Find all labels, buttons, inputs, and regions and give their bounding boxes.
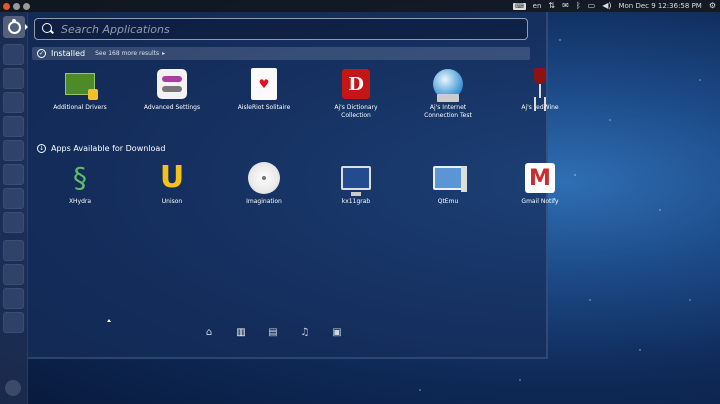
launcher-item[interactable]	[3, 188, 24, 209]
dash-home-button[interactable]	[3, 16, 25, 38]
app-dictionary-collection[interactable]: D Aj's Dictionary Collection	[316, 68, 396, 120]
minimize-window-button[interactable]	[13, 2, 20, 10]
launcher-item[interactable]	[3, 68, 24, 89]
gmail-icon: M	[525, 163, 555, 193]
check-circle-icon: ✓	[37, 49, 46, 58]
installed-apps-row: Additional Drivers Advanced Settings ♥ A…	[28, 68, 580, 120]
search-input[interactable]	[61, 22, 527, 36]
network-icon[interactable]: ⇅	[548, 0, 555, 12]
app-unison[interactable]: U Unison	[132, 162, 212, 206]
app-imagination[interactable]: Imagination	[224, 162, 304, 206]
network-globe-icon	[433, 69, 463, 102]
battery-icon[interactable]: ▭	[588, 0, 596, 12]
app-label: Imagination	[246, 198, 282, 205]
launcher-item[interactable]	[3, 92, 24, 113]
files-lens-icon[interactable]: ▤	[267, 327, 279, 339]
unison-icon: U	[159, 160, 185, 195]
search-icon	[41, 22, 55, 36]
app-label: Unison	[161, 198, 183, 205]
app-label: Aj's Internet Connection Test	[424, 104, 472, 119]
playing-card-icon: ♥	[251, 68, 277, 100]
app-label: Advanced Settings	[143, 104, 201, 111]
app-label: Gmail Notify	[521, 198, 559, 205]
active-lens-indicator-icon	[107, 319, 111, 322]
monitor-icon	[341, 166, 371, 196]
app-gmail-notify[interactable]: M Gmail Notify	[500, 162, 580, 206]
clock[interactable]: Mon Dec 9 12:36:58 PM	[618, 2, 701, 10]
video-lens-icon[interactable]: ▣	[331, 327, 343, 339]
launcher	[0, 12, 28, 404]
launcher-item[interactable]	[3, 164, 24, 185]
app-additional-drivers[interactable]: Additional Drivers	[40, 68, 120, 120]
maximize-window-button[interactable]	[23, 2, 30, 10]
session-gear-icon[interactable]: ⚙	[709, 0, 716, 12]
app-aisleriot-solitaire[interactable]: ♥ AisleRiot Solitaire	[224, 68, 304, 120]
close-window-button[interactable]	[3, 2, 10, 10]
app-redwine[interactable]: Aj's redWine	[500, 68, 580, 120]
volume-icon[interactable]: ◀)	[602, 0, 611, 12]
app-internet-connection-test[interactable]: Aj's Internet Connection Test	[408, 68, 488, 120]
download-apps-row: § XHydra U Unison Imagination kx11grab Q…	[28, 162, 580, 206]
keyboard-layout-label[interactable]: en	[533, 2, 542, 10]
launcher-item[interactable]	[3, 140, 24, 161]
see-more-results-link[interactable]: See 168 more results	[95, 50, 159, 57]
app-label: Additional Drivers	[53, 104, 107, 111]
launcher-item[interactable]	[3, 212, 24, 233]
indicator-area: ⌨ en ⇅ ✉ ᛒ ▭ ◀) Mon Dec 9 12:36:58 PM ⚙	[512, 0, 716, 12]
drivers-icon	[65, 73, 98, 100]
keyboard-indicator-icon[interactable]: ⌨	[512, 2, 526, 10]
launcher-item[interactable]	[3, 240, 24, 261]
trash-icon[interactable]	[5, 380, 21, 396]
category-title: Apps Available for Download	[51, 144, 166, 153]
app-label: XHydra	[68, 198, 92, 205]
app-kx11grab[interactable]: kx11grab	[316, 162, 396, 206]
app-label: AisleRiot Solitaire	[237, 104, 291, 111]
top-panel: ⌨ en ⇅ ✉ ᛒ ▭ ◀) Mon Dec 9 12:36:58 PM ⚙	[0, 0, 720, 12]
search-box[interactable]	[34, 18, 528, 40]
bluetooth-icon[interactable]: ᛒ	[576, 0, 581, 12]
download-circle-icon: ↓	[37, 144, 46, 153]
app-xhydra[interactable]: § XHydra	[40, 162, 120, 206]
app-label: Aj's redWine	[521, 104, 559, 111]
applications-lens-icon[interactable]: ▥	[235, 327, 247, 339]
dash-overlay: ✓ Installed See 168 more results ▸ Addit…	[28, 12, 559, 359]
app-label: QtEmu	[437, 198, 459, 205]
dictionary-icon: D	[342, 69, 370, 99]
launcher-item[interactable]	[3, 44, 24, 65]
app-label: Aj's Dictionary Collection	[334, 104, 378, 119]
app-advanced-settings[interactable]: Advanced Settings	[132, 68, 212, 120]
music-lens-icon[interactable]: ♫	[299, 327, 311, 339]
app-label: kx11grab	[341, 198, 371, 205]
launcher-item[interactable]	[3, 288, 24, 309]
hydra-icon: §	[73, 161, 87, 194]
category-header-installed[interactable]: ✓ Installed See 168 more results ▸	[32, 47, 530, 60]
launcher-item[interactable]	[3, 264, 24, 285]
category-title: Installed	[51, 49, 86, 58]
launcher-item[interactable]	[3, 312, 24, 333]
messaging-icon[interactable]: ✉	[562, 0, 569, 12]
chevron-right-icon[interactable]: ▸	[162, 50, 165, 57]
disc-icon	[248, 162, 280, 194]
ubuntu-logo-icon	[7, 18, 21, 34]
app-qtemu[interactable]: QtEmu	[408, 162, 488, 206]
home-lens-icon[interactable]: ⌂	[203, 327, 215, 339]
computer-icon	[433, 166, 467, 192]
lens-bar: ⌂ ▥ ▤ ♫ ▣	[203, 327, 343, 339]
wine-glass-icon	[532, 68, 548, 100]
launcher-item[interactable]	[3, 116, 24, 137]
settings-toggle-icon	[157, 69, 187, 99]
category-header-download[interactable]: ↓ Apps Available for Download	[32, 142, 530, 155]
